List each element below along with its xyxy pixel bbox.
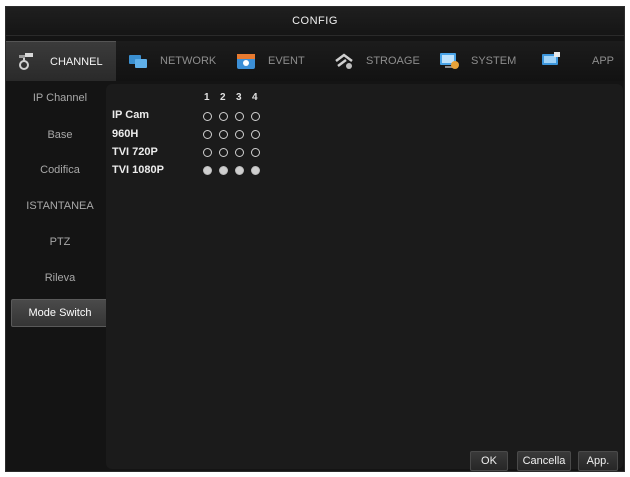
tab-label: CHANNEL [50, 55, 103, 68]
storage-icon [332, 51, 356, 71]
mode-radio[interactable] [235, 130, 244, 139]
tab-storage[interactable]: STROAGE [322, 41, 427, 81]
mode-radio[interactable] [251, 130, 260, 139]
tab-label: APP [592, 55, 615, 67]
mode-radio[interactable] [235, 112, 244, 121]
tab-event[interactable]: EVENT [224, 41, 322, 81]
mode-radio[interactable] [203, 112, 212, 121]
sidebar-item-ip-channel[interactable]: IP Channel [11, 84, 109, 112]
network-icon [126, 51, 150, 71]
sidebar-item-base[interactable]: Base [11, 121, 109, 149]
mode-radio[interactable] [235, 148, 244, 157]
sidebar-item-label: IP Channel [32, 92, 88, 104]
tab-app[interactable]: APP [530, 41, 624, 81]
mode-radio[interactable] [219, 148, 228, 157]
sidebar-item-label: Codifica [40, 164, 80, 176]
apply-button[interactable]: App. [578, 451, 618, 471]
channel-header-3: 3 [236, 92, 242, 103]
mode-switch-panel: 1 2 3 4 IP Cam 960H TVI 720P TVI 1080P O… [106, 84, 623, 471]
tab-network[interactable]: NETWORK [116, 41, 224, 81]
sidebar-item-istantanea[interactable]: ISTANTANEA [11, 192, 109, 220]
sidebar-item-label: Rileva [44, 272, 76, 284]
mode-label-960h: 960H [112, 128, 139, 140]
sidebar-item-mode-switch[interactable]: Mode Switch [11, 299, 109, 327]
sidebar-item-ptz[interactable]: PTZ [11, 228, 109, 256]
tab-channel[interactable]: CHANNEL [6, 41, 116, 81]
sidebar-item-label: Base [47, 129, 73, 141]
mode-radio[interactable] [251, 112, 260, 121]
mode-radio[interactable] [235, 166, 244, 175]
mode-radio[interactable] [203, 148, 212, 157]
sidebar-item-rileva[interactable]: Rileva [11, 264, 109, 292]
mode-label-ip-cam: IP Cam [112, 109, 150, 121]
mode-radio[interactable] [251, 148, 260, 157]
tab-system[interactable]: SYSTEM [427, 41, 530, 81]
mode-radio[interactable] [219, 130, 228, 139]
system-icon [437, 51, 461, 71]
event-icon [234, 51, 258, 71]
cancel-button[interactable]: Cancella [517, 451, 571, 471]
sidebar-item-label: ISTANTANEA [26, 200, 94, 212]
mode-label-tvi-1080p: TVI 1080P [112, 164, 164, 176]
mode-radio[interactable] [219, 112, 228, 121]
config-window: CONFIG CHANNEL NETWORK EVENT STROAGE SYS… [5, 6, 625, 472]
mode-radio[interactable] [203, 130, 212, 139]
tab-label: STROAGE [366, 55, 420, 67]
tab-label: EVENT [268, 55, 305, 67]
channel-header-4: 4 [252, 92, 258, 103]
channel-icon [16, 52, 40, 72]
tab-bar: CHANNEL NETWORK EVENT STROAGE SYSTEM APP [6, 41, 624, 81]
tab-label: NETWORK [160, 55, 217, 67]
mode-radio[interactable] [251, 166, 260, 175]
sidebar: IP Channel Base Codifica ISTANTANEA PTZ … [11, 84, 109, 469]
app-icon [540, 51, 564, 71]
sidebar-item-label: PTZ [49, 236, 71, 248]
channel-header-1: 1 [204, 92, 210, 103]
sidebar-item-label: Mode Switch [28, 307, 92, 319]
window-title: CONFIG [6, 7, 624, 36]
mode-radio[interactable] [203, 166, 212, 175]
sidebar-item-codifica[interactable]: Codifica [11, 156, 109, 184]
channel-header-2: 2 [220, 92, 226, 103]
mode-radio[interactable] [219, 166, 228, 175]
ok-button[interactable]: OK [470, 451, 508, 471]
tab-label: SYSTEM [471, 55, 517, 67]
mode-label-tvi-720p: TVI 720P [112, 146, 158, 158]
